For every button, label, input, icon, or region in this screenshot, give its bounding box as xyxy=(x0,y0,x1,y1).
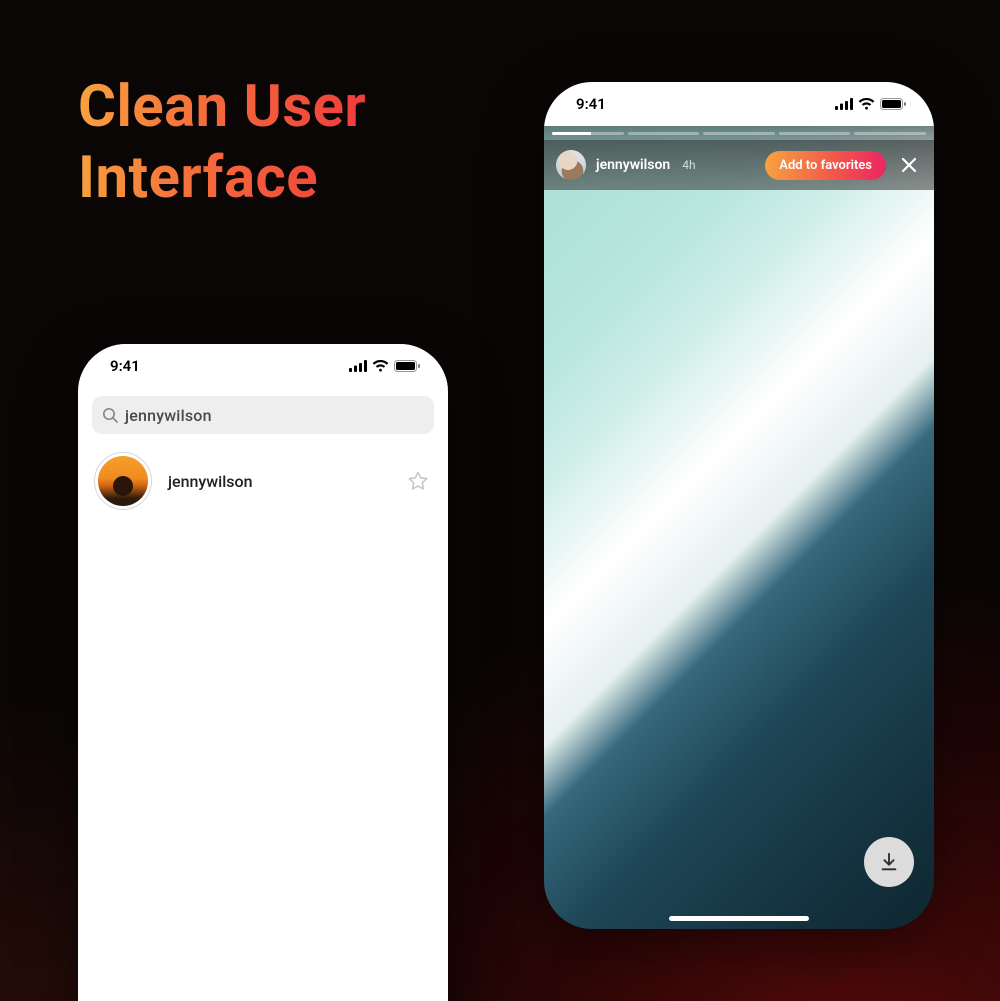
wifi-icon xyxy=(372,360,389,372)
favorite-toggle[interactable] xyxy=(404,467,432,495)
story-media xyxy=(544,126,934,929)
story-header: jennywilson 4h Add to favorites xyxy=(544,140,934,190)
avatar-image xyxy=(98,456,148,506)
status-bar: 9:41 xyxy=(78,344,448,388)
page-headline: Clean User Interface xyxy=(78,72,366,214)
close-button[interactable] xyxy=(896,152,922,178)
phone-search-mock: 9:41 jennywilson jennywilson xyxy=(78,344,448,1001)
story-timestamp: 4h xyxy=(682,158,695,172)
result-username: jennywilson xyxy=(168,472,388,491)
search-icon xyxy=(102,407,118,423)
download-button[interactable] xyxy=(864,837,914,887)
story-viewport[interactable]: jennywilson 4h Add to favorites xyxy=(544,126,934,929)
story-avatar[interactable] xyxy=(556,150,586,180)
wifi-icon xyxy=(858,98,875,110)
story-progress-seg xyxy=(552,132,624,135)
download-icon xyxy=(878,851,900,873)
close-icon xyxy=(899,155,919,175)
battery-icon xyxy=(880,98,906,110)
add-to-favorites-button[interactable]: Add to favorites xyxy=(765,151,886,180)
story-progress-seg xyxy=(703,132,775,135)
status-icons xyxy=(349,360,420,372)
headline-line1: Clean User xyxy=(78,73,366,141)
search-query-text: jennywilson xyxy=(125,406,212,425)
star-outline-icon xyxy=(407,470,429,492)
avatar xyxy=(94,452,152,510)
phone-story-mock: 9:41 jennywilson 4h Add to favorites xyxy=(544,82,934,929)
battery-icon xyxy=(394,360,420,372)
story-progress-seg xyxy=(628,132,700,135)
add-to-favorites-label: Add to favorites xyxy=(779,158,872,173)
status-time: 9:41 xyxy=(110,357,140,375)
story-username[interactable]: jennywilson xyxy=(596,157,670,173)
search-input[interactable]: jennywilson xyxy=(92,396,434,434)
cellular-icon xyxy=(835,98,853,110)
story-progress-seg xyxy=(779,132,851,135)
home-indicator[interactable] xyxy=(669,916,809,921)
story-progress-seg xyxy=(854,132,926,135)
status-icons xyxy=(835,98,906,110)
cellular-icon xyxy=(349,360,367,372)
search-result-row[interactable]: jennywilson xyxy=(78,434,448,510)
headline-line2: Interface xyxy=(78,144,318,212)
status-bar: 9:41 xyxy=(544,82,934,126)
status-time: 9:41 xyxy=(576,95,606,113)
story-progress xyxy=(552,132,926,135)
